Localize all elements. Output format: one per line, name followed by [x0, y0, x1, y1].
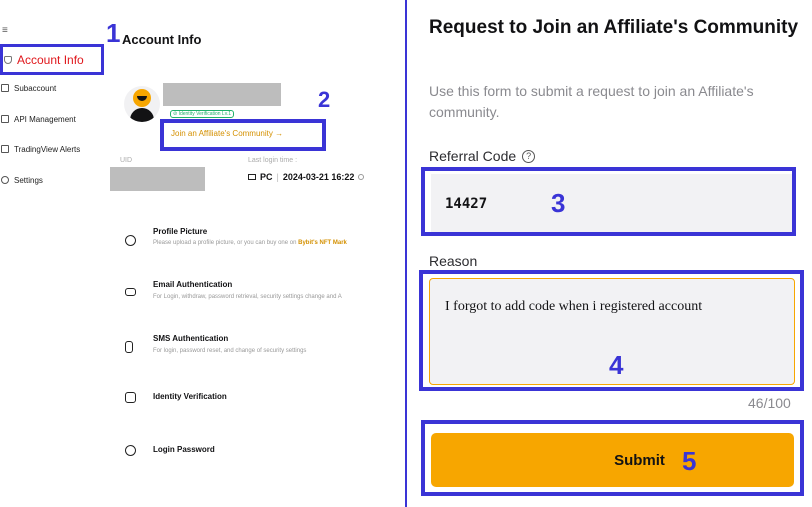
- referral-code-label: Referral Code ?: [429, 148, 536, 164]
- uid-label: UID: [120, 157, 133, 164]
- security-item-sms[interactable]: SMS Authentication For login, password r…: [120, 332, 400, 372]
- last-login-device: PC: [260, 172, 273, 182]
- security-item-title: Email Authentication: [153, 280, 233, 289]
- alert-icon: [1, 145, 9, 153]
- reason-label: Reason: [429, 253, 478, 269]
- nft-market-link[interactable]: Bybit's NFT Mark: [298, 240, 347, 246]
- annotation-3: 3: [551, 188, 566, 218]
- api-icon: [1, 115, 9, 123]
- shield-icon: [4, 55, 12, 64]
- security-item-email[interactable]: Email Authentication For Login, withdraw…: [120, 278, 400, 318]
- join-affiliate-community-link[interactable]: Join an Affiliate's Community →: [171, 129, 283, 138]
- sidebar-item-subaccount[interactable]: Subaccount: [0, 77, 56, 99]
- email-icon: [125, 288, 136, 296]
- sidebar-item-settings[interactable]: Settings: [0, 169, 43, 191]
- security-item-desc: Please upload a profile picture, or you …: [153, 240, 299, 246]
- annotation-1: 1: [106, 18, 121, 48]
- sidebar-item-label: Account Info: [17, 52, 84, 67]
- phone-icon: [125, 341, 133, 353]
- monitor-icon: [248, 174, 256, 180]
- sidebar-item-label: Settings: [14, 175, 43, 185]
- sidebar-item-label: TradingView Alerts: [14, 144, 81, 154]
- settings-icon: [1, 176, 9, 184]
- security-item-identity[interactable]: Identity Verification: [120, 390, 400, 420]
- page-title: Account Info: [122, 32, 202, 47]
- sidebar-item-label: Subaccount: [14, 83, 57, 93]
- security-item-desc: For Login, withdraw, password retrieval,…: [153, 294, 342, 300]
- redacted-uid: [110, 167, 205, 191]
- annotation-4: 4: [609, 350, 624, 380]
- redacted-username: [163, 83, 281, 106]
- security-item-title: SMS Authentication: [153, 334, 229, 343]
- subaccount-icon: [1, 84, 9, 92]
- annotation-box-3: [421, 167, 796, 236]
- annotation-2: 2: [318, 87, 331, 112]
- last-login-label: Last login time :: [248, 157, 298, 164]
- character-counter: 46/100: [748, 395, 791, 411]
- verification-badge: ⊘ Identity Verification Lv.1: [170, 110, 235, 118]
- id-card-icon: [125, 392, 136, 403]
- submit-button[interactable]: Submit: [431, 433, 794, 487]
- menu-toggle-icon[interactable]: ≡: [2, 25, 8, 36]
- last-login-value: PC | 2024-03-21 16:22: [248, 172, 365, 182]
- sidebar-item-api-management[interactable]: API Management: [0, 108, 76, 130]
- last-login-time: 2024-03-21 16:22: [282, 172, 355, 182]
- form-title: Request to Join an Affiliate's Community: [429, 17, 799, 38]
- security-item-desc: For login, password reset, and change of…: [153, 348, 307, 354]
- clock-icon: [358, 174, 365, 180]
- profile-picture-icon: [125, 235, 136, 246]
- security-item-login-password[interactable]: Login Password: [120, 442, 400, 472]
- panel-divider: [405, 0, 407, 507]
- sidebar-item-label: API Management: [14, 114, 76, 124]
- avatar[interactable]: [124, 86, 160, 122]
- annotation-5: 5: [682, 446, 697, 476]
- sidebar-item-account-info[interactable]: Account Info: [0, 44, 104, 75]
- security-item-title: Identity Verification: [153, 392, 227, 401]
- sidebar-item-tradingview-alerts[interactable]: TradingView Alerts: [0, 138, 80, 160]
- referral-code-label-text: Referral Code: [429, 148, 517, 164]
- security-item-title: Profile Picture: [153, 227, 208, 236]
- form-description: Use this form to submit a request to joi…: [429, 83, 754, 120]
- lock-icon: [125, 445, 136, 456]
- security-item-title: Login Password: [153, 445, 215, 454]
- security-item-profile-picture[interactable]: Profile Picture Please upload a profile …: [120, 224, 400, 264]
- help-icon[interactable]: ?: [522, 149, 536, 163]
